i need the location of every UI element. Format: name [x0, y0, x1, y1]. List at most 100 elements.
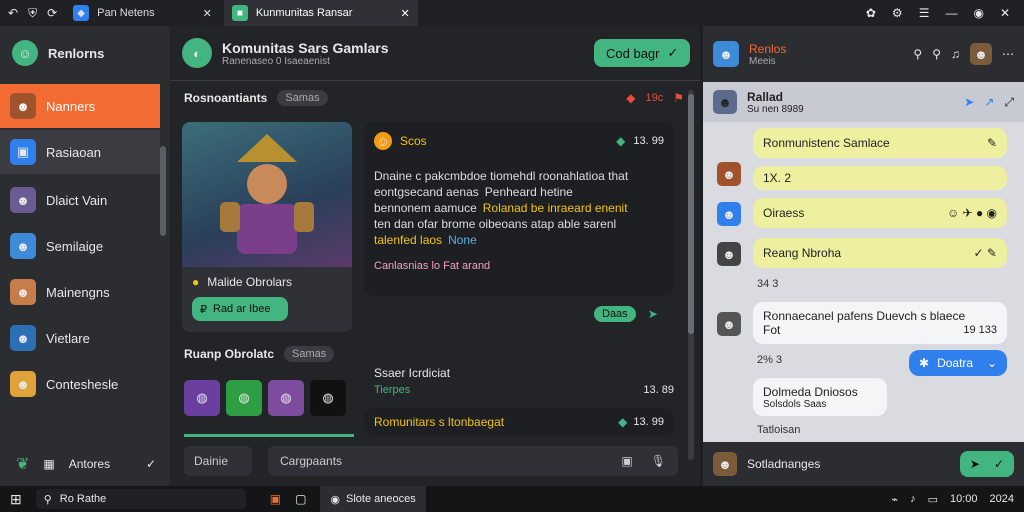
message-line: Dnaine c pakcmbdoe tiomehdl roonahlatioa…	[374, 169, 629, 183]
chat-message[interactable]: Oiraess ☺ ✈ ● ◉	[753, 198, 1007, 228]
close-window-icon[interactable]: ✕	[1000, 6, 1010, 20]
battery-icon[interactable]: ▭	[928, 493, 938, 506]
avatar: ☻	[717, 202, 741, 226]
chat-meta: Tatloisan	[757, 424, 801, 436]
message-line: eontgsecand aenas	[374, 185, 479, 199]
window-controls: ↶ ⛨ ⟳	[0, 6, 65, 21]
message-footer: Canlasnias lo Fat arand	[374, 260, 491, 272]
check-icon: ✓	[145, 457, 156, 471]
refresh-icon[interactable]: ⟳	[47, 6, 57, 20]
chat-message-text: Ronmunistenc Samlace	[763, 136, 890, 150]
send-icon[interactable]: ➤	[648, 307, 658, 321]
grid-icon: ▦	[43, 457, 55, 471]
reply-button[interactable]: Daas	[594, 306, 636, 322]
taskbar-app-icon[interactable]: ▣	[270, 492, 281, 506]
thread-preview-text: Romunitars s ltonbaegat	[374, 415, 505, 429]
flag-icon[interactable]: ⚑	[673, 91, 684, 105]
search-icon[interactable]: ⚲	[932, 47, 941, 61]
chat-input[interactable]: Sotladnanges	[747, 457, 820, 471]
app-name: Renlorns	[48, 45, 105, 61]
browser-tab-2[interactable]: ■ Kunmunitas Ransar ✕	[223, 0, 418, 26]
message-input[interactable]: Cargpaants ▣ 🎙	[268, 446, 678, 476]
volume-icon[interactable]: ♪	[910, 493, 916, 505]
sidebar-item-vietlare[interactable]: ☻ Vietlare	[0, 316, 160, 360]
thread-item[interactable]: Ssaer Icrdiciat Tierpes 13. 89	[374, 366, 674, 396]
taskbar-search[interactable]: ⚲ Ro Rathe	[35, 489, 246, 509]
network-icon[interactable]: ⌁	[891, 493, 898, 506]
mic-icon[interactable]: 🎙	[651, 454, 666, 468]
game-card-button[interactable]: ₽ Rad ar Ibee	[192, 297, 288, 321]
taskbar-window[interactable]: ◉ Slote aneoces	[320, 486, 426, 512]
send-button[interactable]: ➤ ✓	[959, 451, 1014, 477]
status-icon: ◆	[618, 415, 628, 429]
chat-message[interactable]: Reang Nbroha ✓ ✎	[753, 238, 1007, 268]
chat-message-sent[interactable]: ✱ Doatra ⌄	[909, 350, 1007, 376]
edit-icon[interactable]: ✎	[987, 136, 997, 150]
thumbnail[interactable]: ◍	[226, 380, 262, 416]
app-icon: ◆	[73, 5, 90, 21]
avatar[interactable]: ☻	[970, 43, 992, 65]
chat-message[interactable]: Ronmunistenc Samlace ✎	[753, 128, 1007, 158]
minimize-icon[interactable]: —	[945, 6, 957, 20]
clock-time[interactable]: 10:00	[950, 493, 978, 505]
check-icon: ✓	[993, 457, 1004, 471]
clock-date[interactable]: 2024	[990, 493, 1014, 505]
sidebar-footer[interactable]: ❦ ▦ Antores ✓	[16, 454, 156, 474]
avatar: ☻	[10, 279, 36, 305]
taskbar-app-icon[interactable]: ▢	[295, 492, 306, 506]
sidebar-scrollbar[interactable]	[160, 146, 166, 236]
chat-message-text: 1X. 2	[763, 171, 792, 185]
left-input[interactable]: Dainie	[184, 446, 252, 476]
browser-tab-bar: ↶ ⛨ ⟳ ◆ Pan Netens ✕ ■ Kunmunitas Ransar…	[0, 0, 1024, 26]
thumbnail[interactable]: ◍	[268, 380, 304, 416]
close-icon[interactable]: ✕	[203, 7, 212, 20]
menu-icon[interactable]: ☰	[919, 6, 930, 20]
sidebar-item-conteshesle[interactable]: ☻ Conteshesle	[0, 362, 160, 406]
taskbar: ⊞ ⚲ Ro Rathe ▣ ▢ ◉ Slote aneoces ⌁ ♪ ▭ 1…	[0, 486, 1024, 512]
chevron-down-icon[interactable]: ⌄	[987, 356, 997, 370]
sidebar-item-dlaict-vain[interactable]: ☻ Dlaict Vain	[0, 178, 160, 222]
message-header: ☺ Scos ◆ 13. 99	[374, 132, 664, 150]
chat-message[interactable]: Ronnaecanel pafens Duevch s blaece Fot 1…	[753, 302, 1007, 344]
send-icon: ➤	[969, 457, 980, 471]
close-icon[interactable]: ✕	[400, 7, 409, 20]
attach-icon[interactable]: ▣	[621, 454, 632, 468]
scrollbar-thumb[interactable]	[688, 94, 694, 334]
top-action-button[interactable]: Cod bagr ✓	[594, 39, 691, 67]
search-icon[interactable]: ⚲	[913, 47, 922, 61]
extension-icon[interactable]: ✿	[866, 6, 876, 20]
sidebar-item-rasiaoan[interactable]: ▣ Rasiaoan	[0, 130, 160, 174]
message-body: Dnaine c pakcmbdoe tiomehdl roonahlatioa…	[374, 168, 664, 248]
message-actions: Daas ➤	[594, 306, 658, 322]
shield-icon[interactable]: ⛨	[28, 6, 37, 21]
tab-label: Pan Netens	[97, 7, 155, 19]
windows-start-icon[interactable]: ⊞	[10, 491, 22, 508]
check-icon[interactable]: ✓ ✎	[974, 246, 997, 260]
back-icon[interactable]: ↶	[8, 6, 18, 20]
chat-message[interactable]: Dolmeda Dniosos Solsdols Saas	[753, 378, 887, 416]
sidebar-item-semilaige[interactable]: ☻ Semilaige	[0, 224, 160, 268]
sidebar-item-label: Conteshesle	[46, 376, 119, 392]
profile-icon[interactable]: ◉	[973, 6, 983, 20]
thumbnail[interactable]: ◍	[310, 380, 346, 416]
avatar: ☻	[717, 162, 741, 186]
bell-icon[interactable]: ♫	[951, 47, 960, 61]
sidebar-item-nanners[interactable]: ☻ Nanners	[0, 84, 160, 128]
send-icon[interactable]: ➤	[964, 95, 974, 109]
more-icon[interactable]: ⋯	[1002, 47, 1014, 61]
share-icon[interactable]: ↗	[984, 95, 994, 109]
chat-panel-header: ☻ Renlos Meeis ⚲ ⚲ ♫ ☻ ⋯	[703, 26, 1024, 82]
section-title: Ruanp Obrolatc	[184, 347, 275, 361]
divider	[170, 80, 700, 81]
sidebar-item-mainengns[interactable]: ☻ Mainengns	[0, 270, 160, 314]
thumbnail[interactable]: ◍	[184, 380, 220, 416]
expand-icon[interactable]: ⤢	[1004, 95, 1014, 110]
thread-preview[interactable]: Romunitars s ltonbaegat ◆ 13. 99	[364, 408, 674, 436]
browser-tab-1[interactable]: ◆ Pan Netens ✕	[65, 0, 220, 26]
avatar: ☻	[10, 187, 36, 213]
settings-icon[interactable]: ⚙	[892, 6, 903, 20]
game-card-button-label: Rad ar Ibee	[213, 303, 271, 315]
chat-input-bar: ☻ Sotladnanges ➤ ✓	[703, 442, 1024, 486]
game-card[interactable]: ● Malide Obrolars ₽ Rad ar Ibee	[182, 122, 352, 332]
reaction-icons[interactable]: ☺ ✈ ● ◉	[947, 206, 997, 220]
